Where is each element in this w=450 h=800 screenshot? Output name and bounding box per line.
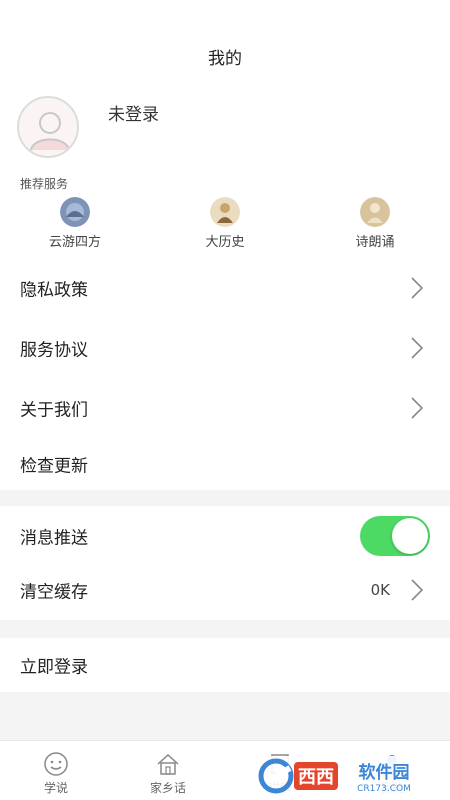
toggle-knob	[392, 518, 428, 554]
smile-icon	[44, 752, 68, 776]
service-shilangsong[interactable]: 诗朗诵	[330, 195, 420, 250]
login-status: 未登录	[108, 105, 159, 125]
menu-check-update[interactable]: 检查更新	[0, 434, 450, 494]
menu-label: 关于我们	[20, 400, 88, 421]
menu-label: 检查更新	[20, 456, 88, 477]
tab-xueshuo[interactable]: 学说	[0, 741, 112, 800]
top-header: 我的	[0, 0, 450, 90]
cache-size: 0K	[370, 581, 390, 599]
service-dalishi[interactable]: 大历史	[180, 195, 270, 250]
service-label: 诗朗诵	[355, 235, 395, 250]
history-icon	[210, 197, 240, 227]
section-divider	[0, 620, 450, 638]
menu-label: 消息推送	[20, 528, 88, 549]
chevron-right-icon	[411, 397, 424, 419]
menu-privacy-policy[interactable]: 隐私政策	[0, 258, 450, 318]
service-label: 云游四方	[48, 235, 101, 250]
avatar[interactable]	[17, 96, 79, 158]
watermark-text: 软件园	[359, 762, 410, 783]
poetry-icon	[360, 197, 390, 227]
chevron-right-icon	[411, 337, 424, 359]
menu-label: 服务协议	[20, 340, 88, 361]
bottom-spacer	[0, 692, 450, 740]
menu-clear-cache[interactable]: 清空缓存 0K	[0, 560, 450, 620]
menu-login-now[interactable]: 立即登录	[0, 638, 450, 692]
menu-service-agreement[interactable]: 服务协议	[0, 318, 450, 378]
tab-jiaxianghua[interactable]: 家乡话	[112, 741, 224, 800]
recommend-services: 云游四方 大历史 诗朗诵	[0, 195, 450, 255]
profile-section[interactable]: 未登录	[0, 90, 450, 170]
menu-label: 立即登录	[20, 657, 88, 678]
tab-label: 学说	[43, 781, 68, 795]
user-icon	[30, 112, 70, 151]
menu-about-us[interactable]: 关于我们	[0, 378, 450, 438]
menu-label: 清空缓存	[20, 582, 88, 603]
page-title: 我的	[208, 49, 242, 69]
watermark-url: CR173.COM	[357, 784, 411, 794]
watermark-logo: 西西 软件园 CR173.COM	[256, 756, 432, 796]
watermark-brand: 西西	[298, 767, 334, 788]
globe-icon	[60, 197, 90, 227]
tab-label: 家乡话	[149, 781, 186, 795]
chevron-right-icon	[411, 579, 424, 601]
recommend-title: 推荐服务	[20, 177, 69, 191]
home-icon	[157, 753, 179, 775]
section-divider	[0, 490, 450, 506]
menu-message-push: 消息推送	[0, 506, 450, 566]
bottom-tab-bar: 学说 家乡话 讲解 我的 西西 软件园 CR173.COM	[0, 740, 450, 800]
chevron-right-icon	[411, 277, 424, 299]
service-yunyousifang[interactable]: 云游四方	[30, 195, 120, 250]
service-label: 大历史	[205, 235, 245, 250]
push-toggle[interactable]	[360, 516, 430, 556]
menu-label: 隐私政策	[20, 280, 88, 301]
